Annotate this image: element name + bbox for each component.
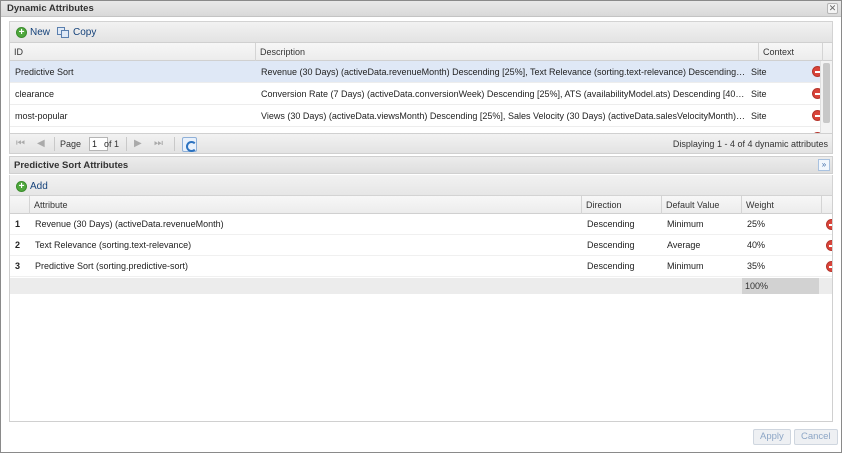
row-id: most-popular (15, 111, 68, 121)
copy-button[interactable]: Copy (55, 24, 98, 40)
new-button-label: New (30, 26, 51, 38)
close-icon[interactable]: ✕ (827, 3, 838, 14)
row-weight: 25% (747, 219, 766, 229)
row-attribute: Predictive Sort (sorting.predictive-sort… (35, 261, 189, 271)
row-direction: Descending (587, 261, 635, 271)
sort-attributes-toolbar: + Add (9, 175, 833, 196)
column-header-weight[interactable]: Weight (742, 196, 822, 214)
delete-icon[interactable] (826, 219, 832, 230)
row-number: 3 (15, 261, 21, 271)
plus-icon: + (16, 26, 27, 38)
table-row[interactable]: Predictive Sort Revenue (30 Days) (activ… (10, 61, 823, 83)
delete-icon[interactable] (826, 261, 832, 272)
page-label: Page (60, 139, 82, 149)
delete-icon[interactable] (826, 240, 832, 251)
sort-attributes-grid: Attribute Direction Default Value Weight… (9, 196, 833, 422)
grid-header: ID Description Context (10, 43, 832, 61)
row-direction: Descending (587, 219, 635, 229)
paging-display-text: Displaying 1 - 4 of 4 dynamic attributes (672, 139, 828, 149)
row-number: 1 (15, 219, 21, 229)
row-default-value: Average (667, 240, 701, 250)
column-header-context[interactable]: Context (759, 43, 823, 61)
attributes-toolbar: + New Copy (9, 21, 833, 42)
row-description: Views (30 Days) (activeData.viewsMonth) … (261, 111, 746, 121)
add-button[interactable]: + Add (14, 178, 50, 194)
row-attribute: Text Relevance (sorting.text-relevance) (35, 240, 192, 250)
summary-row: 100% (10, 278, 832, 294)
row-description: Conversion Rate (7 Days) (activeData.con… (261, 89, 745, 99)
table-row[interactable]: 2 Text Relevance (sorting.text-relevance… (10, 235, 832, 256)
row-default-value: Minimum (667, 261, 704, 271)
new-button[interactable]: + New (14, 24, 52, 40)
cancel-button[interactable]: Cancel (794, 429, 838, 445)
apply-button[interactable]: Apply (753, 429, 791, 445)
table-row[interactable]: 3 Predictive Sort (sorting.predictive-so… (10, 256, 832, 277)
row-context: Site (751, 111, 767, 121)
column-header-description[interactable]: Description (256, 43, 759, 61)
section-title: Predictive Sort Attributes (14, 160, 129, 171)
page-count-label: of 1 (104, 139, 120, 149)
column-header-default-value[interactable]: Default Value (662, 196, 742, 214)
row-id: Predictive Sort (15, 67, 74, 77)
prev-page-icon[interactable]: ◀ (37, 138, 45, 149)
copy-button-label: Copy (73, 26, 97, 38)
first-page-icon[interactable]: ⏮ (16, 138, 25, 149)
table-row[interactable]: most-popular Views (30 Days) (activeData… (10, 105, 823, 127)
next-page-icon[interactable]: ▶ (134, 138, 142, 149)
copy-icon (57, 26, 70, 38)
table-row[interactable]: 1 Revenue (30 Days) (activeData.revenueM… (10, 214, 832, 235)
table-row[interactable]: clearance Conversion Rate (7 Days) (acti… (10, 83, 823, 105)
total-weight: 100% (742, 278, 819, 294)
add-button-label: Add (30, 180, 48, 192)
row-description: Revenue (30 Days) (activeData.revenueMon… (261, 67, 746, 77)
row-direction: Descending (587, 240, 635, 250)
column-header-direction[interactable]: Direction (582, 196, 662, 214)
column-header-id[interactable]: ID (10, 43, 256, 61)
row-weight: 40% (747, 240, 766, 250)
column-header-number (10, 196, 30, 214)
column-header-attribute[interactable]: Attribute (30, 196, 582, 214)
plus-icon: + (16, 180, 27, 192)
dialog-title: Dynamic Attributes (7, 3, 94, 14)
row-attribute: Revenue (30 Days) (activeData.revenueMon… (35, 219, 224, 229)
scrollbar-thumb[interactable] (823, 63, 830, 123)
dynamic-attributes-dialog: Dynamic Attributes ✕ + New Copy ID Descr… (0, 0, 842, 453)
row-weight: 35% (747, 261, 766, 271)
refresh-icon[interactable] (182, 137, 197, 152)
title-bar: Dynamic Attributes ✕ (1, 1, 841, 17)
last-page-icon[interactable]: ⏭ (154, 138, 163, 149)
row-context: Site (751, 89, 767, 99)
row-default-value: Minimum (667, 219, 704, 229)
row-id: clearance (15, 89, 55, 99)
section-header: Predictive Sort Attributes » (9, 156, 833, 174)
collapse-icon[interactable]: » (818, 159, 830, 171)
paging-toolbar: ⏮ ◀ Page 1 of 1 ▶ ⏭ Displaying 1 - 4 of … (9, 133, 833, 154)
row-number: 2 (15, 240, 21, 250)
row-context: Site (751, 67, 767, 77)
grid-header: Attribute Direction Default Value Weight (10, 196, 832, 214)
